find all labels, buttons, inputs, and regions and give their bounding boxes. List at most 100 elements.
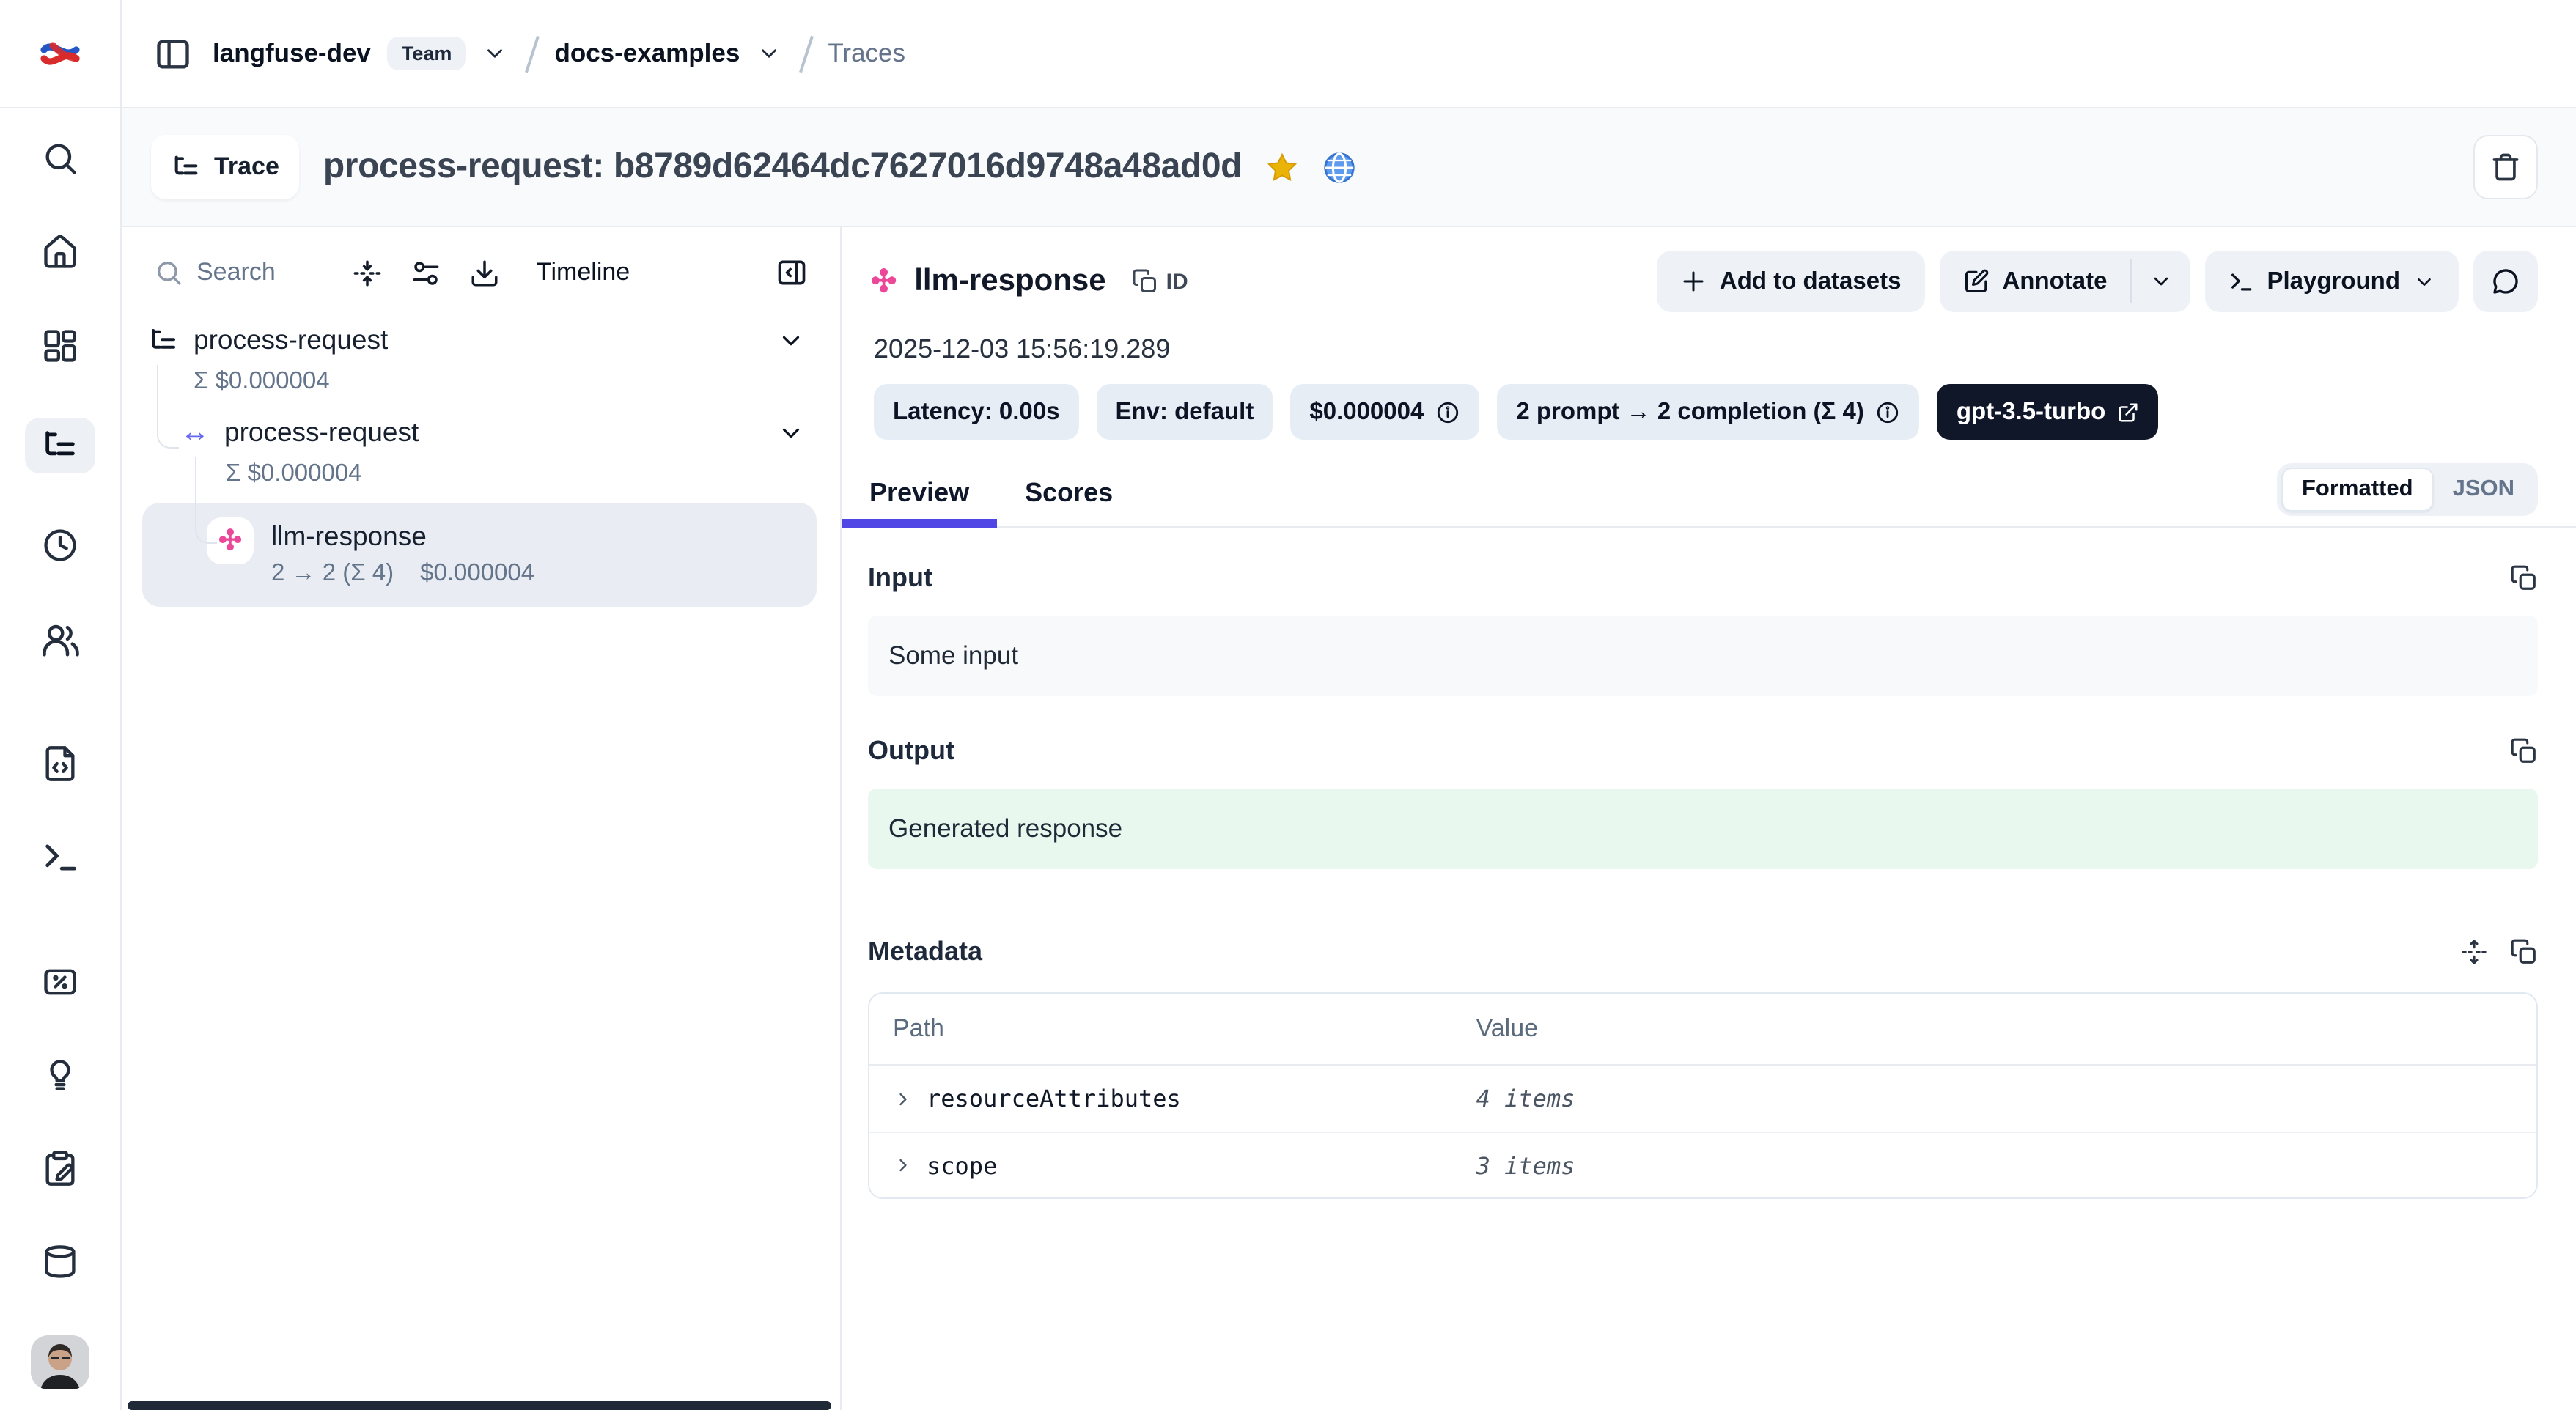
unfold-vertical-icon[interactable] [2460,938,2488,966]
copy-icon[interactable] [2510,737,2538,765]
nav-breadcrumb-row: langfuse-dev Team docs-examples Traces [122,0,2576,107]
rail-tracing-button[interactable] [25,418,95,473]
tree-row-cost: $0.000004 [420,555,534,592]
detail-tabs: Preview Scores Formatted JSON [842,460,2576,528]
chevron-down-icon [2149,270,2173,293]
model-name: gpt-3.5-turbo [1957,398,2105,426]
rail-annotation-button[interactable] [25,1148,95,1189]
collapse-panel-button[interactable] [776,256,808,289]
terminal-icon [41,838,79,876]
token-usage-badge[interactable]: 2 prompt → 2 completion (Σ 4) [1497,384,1920,440]
comments-button[interactable] [2473,251,2538,312]
token-usage-value: 2 prompt → 2 completion (Σ 4) [1516,398,1864,426]
chevron-down-icon[interactable] [777,418,805,446]
fold-vertical-icon [352,257,383,288]
tab-preview[interactable]: Preview [842,460,997,526]
list-tree-icon [172,152,201,182]
rail-users-button[interactable] [25,619,95,660]
bookmark-star-icon[interactable] [1265,150,1299,184]
public-globe-icon[interactable] [1322,150,1356,184]
tree-row-generation-selected[interactable]: ✣ llm-response 2 → 2 (Σ 4) $0.000004 [142,503,817,607]
rail-search-button[interactable] [25,138,95,179]
observation-timestamp: 2025-12-03 15:56:19.289 [842,312,2576,365]
playground-label: Playground [2267,267,2400,295]
tree-search[interactable] [154,258,324,287]
timeline-toggle[interactable]: Timeline [537,258,630,287]
user-avatar[interactable] [31,1335,89,1389]
column-path: Path [893,1014,1476,1044]
icon-rail [0,108,122,1410]
rail-home-button[interactable] [25,232,95,273]
breadcrumb-project[interactable]: docs-examples [554,38,740,69]
chevron-down-icon[interactable] [756,41,781,66]
latency-value: Latency: 0.00s [893,398,1059,426]
detail-actions: Add to datasets Annotate [1657,251,2538,312]
env-badge: Env: default [1096,384,1273,440]
delete-trace-button[interactable] [2473,135,2538,199]
breadcrumb-page[interactable]: Traces [828,38,905,69]
metadata-key: resourceAttributes [927,1085,1181,1112]
search-icon [154,258,183,287]
metadata-value: 3 items [1476,1151,2513,1179]
output-section-header: Output [868,736,2538,767]
metadata-key-expander[interactable]: resourceAttributes [893,1085,1476,1112]
output-content: Generated response [868,789,2538,869]
rail-playground-button[interactable] [25,837,95,878]
annotate-split-button: Annotate [1939,251,2190,312]
format-toggle-json[interactable]: JSON [2434,469,2533,510]
metadata-table: Path Value resourceAttributes 4 items [868,992,2538,1199]
add-to-datasets-button[interactable]: Add to datasets [1657,251,1925,312]
tree-settings-button[interactable] [411,257,441,288]
model-badge[interactable]: gpt-3.5-turbo [1937,384,2158,440]
chevron-right-icon [893,1088,913,1109]
copy-id-button[interactable]: ID [1133,268,1188,295]
annotate-label: Annotate [2002,267,2107,295]
tree-horizontal-scrollbar[interactable] [128,1401,831,1410]
sidebar-toggle-button[interactable] [154,34,192,73]
format-toggle-formatted[interactable]: Formatted [2281,468,2434,512]
rail-llm-judge-button[interactable] [25,1055,95,1096]
external-link-icon [2117,401,2139,423]
tree-row-trace[interactable]: process-request Σ $0.000004 [142,318,820,402]
trace-tree-panel: Timeline process-request [122,227,842,1410]
tree-row-span[interactable]: ↔ process-request Σ $0.000004 [180,410,820,494]
observation-detail-panel: ✣ llm-response ID Add to datasets [842,227,2576,1410]
org-logo[interactable] [0,0,122,107]
clipboard-pen-icon [41,1150,79,1188]
database-icon [41,1243,79,1281]
copy-icon[interactable] [2510,938,2538,966]
collapse-all-button[interactable] [352,257,383,288]
chevron-right-icon [893,1155,913,1175]
metadata-key-expander[interactable]: scope [893,1151,1476,1179]
comment-bubble-icon [2491,267,2520,296]
chevron-down-icon[interactable] [777,326,805,354]
download-tree-button[interactable] [469,257,500,288]
cost-value: $0.000004 [1309,398,1424,426]
trace-title: process-request: b8789d62464dc7627016d97… [323,147,1242,188]
plus-icon [1680,268,1707,295]
rail-sessions-button[interactable] [25,525,95,566]
rail-prompts-button[interactable] [25,743,95,784]
breadcrumb-org[interactable]: langfuse-dev [213,38,371,69]
env-value: Env: default [1115,398,1254,426]
rail-dashboards-button[interactable] [25,325,95,366]
annotate-button[interactable]: Annotate [1939,251,2130,312]
copy-icon[interactable] [2510,564,2538,592]
avatar-photo [31,1335,89,1389]
metadata-label: Metadata [868,937,982,967]
playground-button[interactable]: Playground [2205,251,2459,312]
chevron-down-icon[interactable] [482,41,507,66]
rail-evaluation-button[interactable] [25,961,95,1003]
rail-datasets-button[interactable] [25,1241,95,1282]
top-nav: langfuse-dev Team docs-examples Traces [0,0,2576,108]
percent-card-icon [41,962,79,1000]
tab-scores[interactable]: Scores [997,460,1141,526]
org-type-badge: Team [387,37,467,70]
input-label: Input [868,563,932,594]
breadcrumb-separator [523,34,538,73]
tree-search-input[interactable] [196,258,320,287]
cost-badge[interactable]: $0.000004 [1290,384,1479,440]
input-section-header: Input [868,563,2538,594]
file-code-icon [41,745,79,783]
annotate-dropdown-button[interactable] [2132,251,2190,312]
